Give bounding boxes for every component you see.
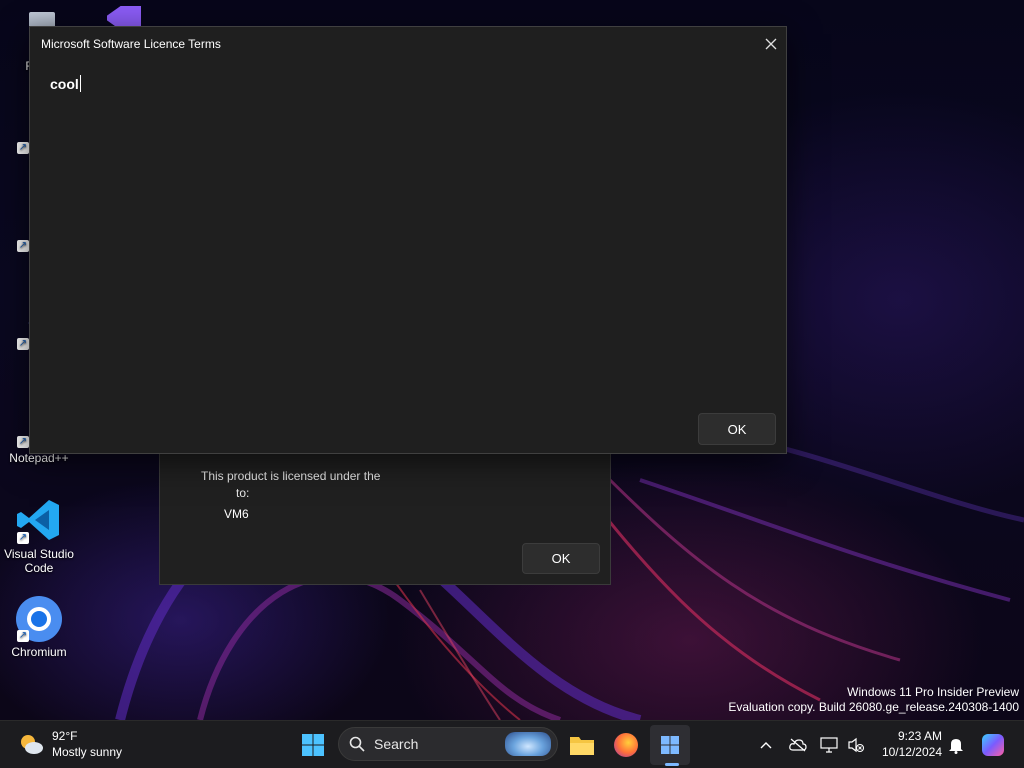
shortcut-arrow-icon: ↗ <box>17 240 29 252</box>
tray-cloud-button[interactable] <box>788 735 808 755</box>
folder-icon <box>570 737 594 755</box>
license-terms-dialog: Microsoft Software Licence Terms cool OK <box>29 26 787 454</box>
shortcut-arrow-icon: ↗ <box>17 630 29 642</box>
volume-muted-icon <box>848 737 865 753</box>
bell-icon <box>949 739 963 754</box>
close-icon <box>765 38 777 50</box>
active-app-indicator <box>665 763 679 766</box>
chromium-icon: ↗ <box>15 594 63 642</box>
taskbar-file-explorer[interactable] <box>562 725 602 765</box>
license-to-text: to: <box>236 486 250 500</box>
app-window-icon <box>661 736 679 754</box>
tray-network-button[interactable] <box>819 735 839 755</box>
shortcut-arrow-icon: ↗ <box>17 338 29 350</box>
desktop-icon-label: Visual Studio Code <box>4 547 74 575</box>
taskbar: 92°F Mostly sunny Search 9:23 AM 10/12/2… <box>0 720 1024 768</box>
ok-button[interactable]: OK <box>698 413 776 445</box>
taskbar-clock[interactable]: 9:23 AM 10/12/2024 <box>872 728 942 760</box>
search-icon <box>349 736 365 752</box>
build-watermark: Windows 11 Pro Insider Preview Evaluatio… <box>728 685 1019 715</box>
taskbar-firefox[interactable] <box>606 725 646 765</box>
close-button[interactable] <box>756 31 786 57</box>
shortcut-arrow-icon: ↗ <box>17 142 29 154</box>
search-highlight-image <box>505 732 551 756</box>
weather-widget[interactable]: 92°F Mostly sunny <box>18 728 122 760</box>
copilot-icon <box>982 734 1004 756</box>
vscode-icon: ↗ <box>15 496 63 544</box>
chevron-up-icon <box>760 742 772 749</box>
license-text-area[interactable]: cool <box>50 75 81 92</box>
tray-volume-button[interactable] <box>846 735 866 755</box>
clock-time: 9:23 AM <box>897 729 942 743</box>
desktop-icon-vscode[interactable]: ↗ Visual Studio Code <box>0 496 78 575</box>
about-ok-button[interactable]: OK <box>522 543 600 574</box>
dialog-title: Microsoft Software Licence Terms <box>41 37 221 51</box>
windows-logo-icon <box>302 734 324 756</box>
clock-date: 10/12/2024 <box>881 745 942 759</box>
copilot-button[interactable] <box>981 733 1005 757</box>
cloud-off-icon <box>789 738 807 752</box>
desktop-icon-label: Chromium <box>11 645 67 659</box>
show-hidden-icons-button[interactable] <box>756 735 776 755</box>
about-dialog: This product is licensed under the to: V… <box>159 448 611 585</box>
weather-condition: Mostly sunny <box>52 745 123 759</box>
partly-sunny-icon <box>21 735 43 754</box>
license-text: This product is licensed under the <box>201 469 381 483</box>
desktop-icon-chromium[interactable]: ↗ Chromium <box>0 594 78 659</box>
shortcut-arrow-icon: ↗ <box>17 436 29 448</box>
weather-temp: 92°F <box>52 729 78 743</box>
taskbar-search[interactable]: Search <box>338 727 558 761</box>
start-button[interactable] <box>293 725 333 765</box>
text-caret <box>79 75 81 92</box>
watermark-build: Evaluation copy. Build 26080.ge_release.… <box>728 700 1019 714</box>
search-label: Search <box>374 736 419 752</box>
notifications-button[interactable] <box>946 735 966 755</box>
licensee-name: VM6 <box>224 507 249 521</box>
license-text-content: cool <box>50 76 79 92</box>
network-icon <box>820 737 838 753</box>
shortcut-arrow-icon: ↗ <box>17 532 29 544</box>
watermark-edition: Windows 11 Pro Insider Preview <box>847 685 1019 699</box>
firefox-icon <box>614 733 638 757</box>
taskbar-active-app[interactable] <box>650 725 690 765</box>
